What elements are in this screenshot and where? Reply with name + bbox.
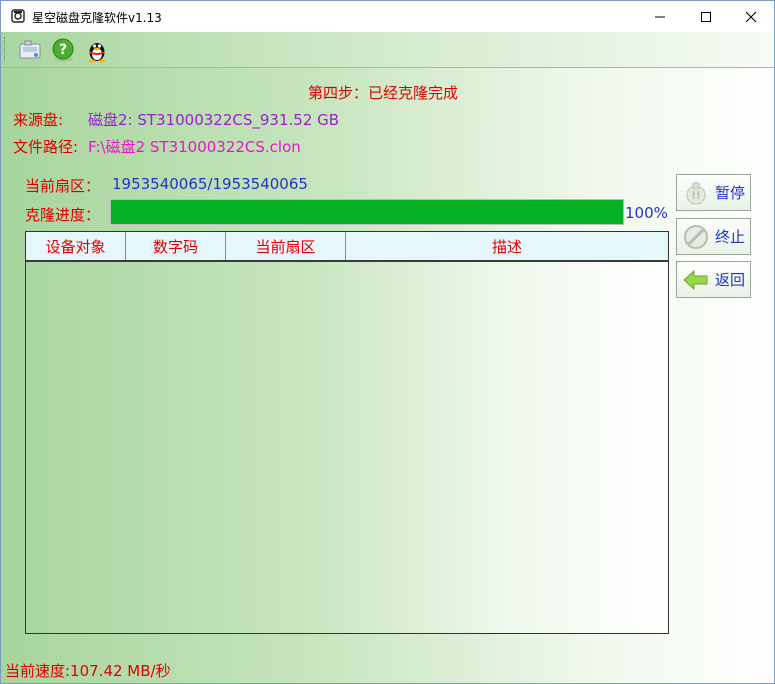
- close-icon: [745, 11, 757, 22]
- back-label: 返回: [715, 271, 746, 289]
- stop-icon: [684, 224, 708, 249]
- qq-button[interactable]: [81, 34, 112, 65]
- progress-percent: 100%: [625, 204, 668, 222]
- step-title: 第四步：已经克隆完成: [308, 84, 459, 102]
- back-button[interactable]: 返回: [676, 261, 751, 298]
- column-header-device[interactable]: 设备对象: [26, 232, 126, 260]
- source-label: 来源盘:: [13, 111, 64, 129]
- minimize-icon: [655, 16, 665, 17]
- close-button[interactable]: [728, 1, 774, 32]
- stop-label: 终止: [715, 228, 746, 246]
- sector-label: 当前扇区：: [25, 177, 101, 195]
- main-content: 第四步：已经克隆完成 来源盘: 磁盘2: ST31000322CS_931.52…: [1, 68, 774, 683]
- app-window: 星空磁盘克隆软件v1.13 ? 第四步：已经克隆完成 来源盘: 磁盘2: ST3…: [0, 0, 775, 684]
- sector-value: 1953540065/1953540065: [112, 175, 308, 193]
- path-value: F:\磁盘2 ST31000322CS.clon: [88, 138, 301, 156]
- path-label: 文件路径:: [13, 138, 79, 156]
- svg-text:?: ?: [58, 42, 66, 58]
- pause-label: 暂停: [715, 184, 746, 202]
- status-speed: 当前速度:107.42 MB/秒: [5, 662, 171, 680]
- help-button[interactable]: ?: [47, 34, 78, 65]
- progress-label: 克隆进度：: [25, 206, 101, 224]
- window-title: 星空磁盘克隆软件v1.13: [32, 11, 162, 25]
- progress-fill: [111, 200, 623, 224]
- back-arrow-icon: [683, 269, 708, 290]
- minimize-button[interactable]: [637, 1, 683, 32]
- title-bar: 星空磁盘克隆软件v1.13: [1, 1, 774, 32]
- device-table: 设备对象 数字码 当前扇区 描述: [25, 231, 669, 634]
- column-header-code[interactable]: 数字码: [126, 232, 226, 260]
- maximize-icon: [701, 11, 711, 22]
- source-value: 磁盘2: ST31000322CS_931.52 GB: [88, 111, 340, 129]
- disk-tool-button[interactable]: [14, 34, 45, 65]
- maximize-button[interactable]: [683, 1, 729, 32]
- app-icon: [11, 9, 25, 23]
- toolbar: ?: [1, 32, 774, 68]
- pause-icon: [686, 182, 706, 204]
- stop-button[interactable]: 终止: [676, 218, 751, 255]
- disk-tool-icon: [19, 40, 40, 58]
- pause-button[interactable]: 暂停: [676, 174, 751, 211]
- toolbar-grip[interactable]: [4, 37, 8, 61]
- table-header: 设备对象 数字码 当前扇区 描述: [26, 232, 668, 262]
- progress-bar: [110, 199, 624, 225]
- column-header-description[interactable]: 描述: [346, 232, 668, 260]
- help-icon: ?: [52, 38, 73, 61]
- column-header-sector[interactable]: 当前扇区: [226, 232, 346, 260]
- qq-penguin-icon: [88, 42, 105, 62]
